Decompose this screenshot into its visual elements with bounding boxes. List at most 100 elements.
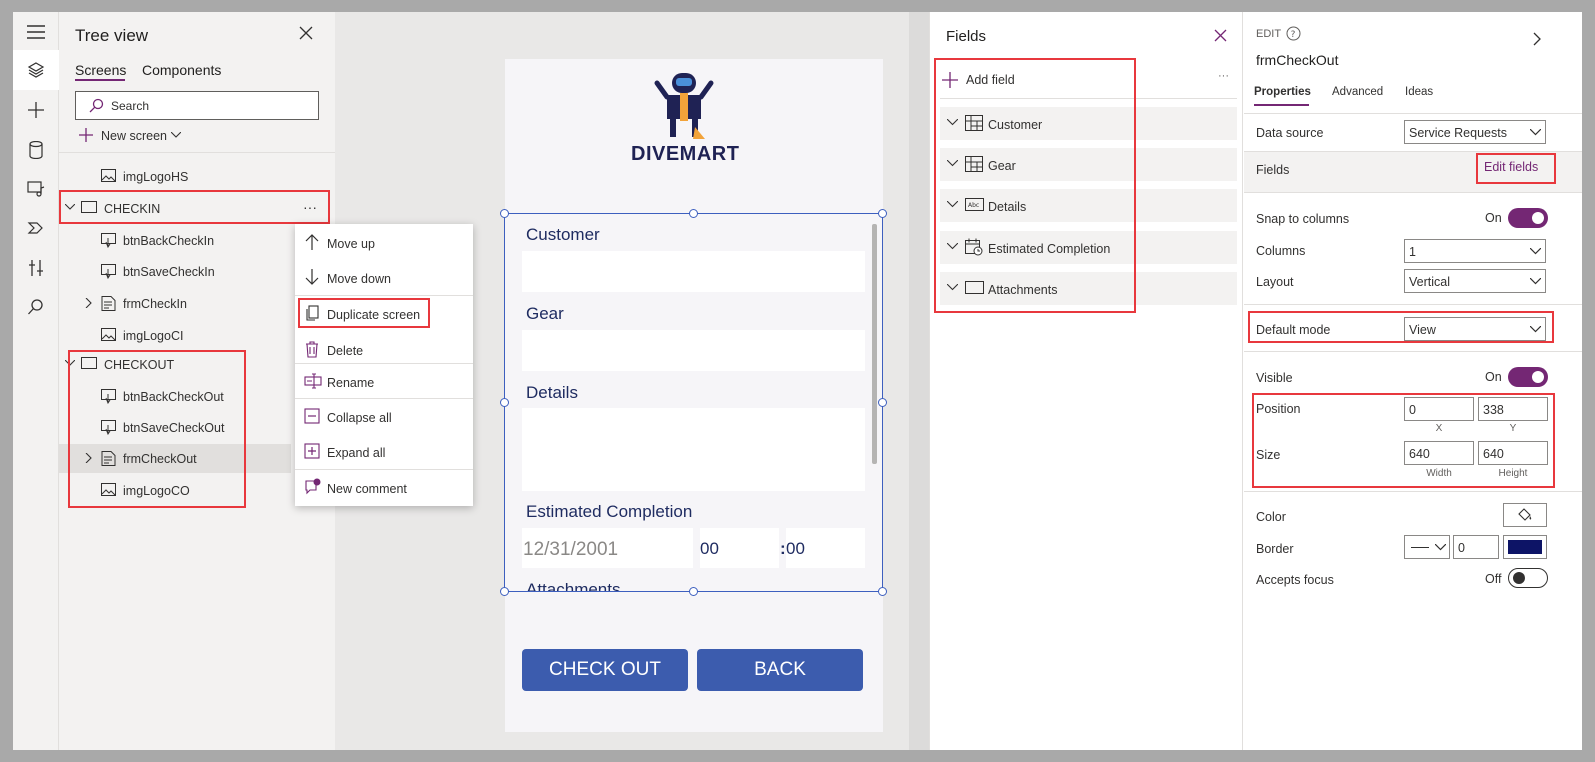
menu-item-label: Collapse all	[327, 411, 392, 425]
hamburger-menu-icon[interactable]	[24, 20, 48, 44]
canvas-gutter	[909, 12, 929, 750]
expand-icon	[304, 443, 320, 459]
insert-plus-icon[interactable]	[24, 98, 48, 122]
visible-label: Visible	[1256, 371, 1293, 385]
button-icon	[101, 233, 116, 248]
resize-handle[interactable]	[878, 587, 887, 596]
tree-item-frmcheckin[interactable]: frmCheckIn	[59, 289, 291, 318]
tree-item-label: imgLogoHS	[123, 170, 189, 184]
menu-item-collapse-all[interactable]: Collapse all	[295, 401, 473, 431]
resize-handle[interactable]	[500, 587, 509, 596]
media-icon[interactable]	[24, 177, 48, 201]
fields-panel: Fields Add field ··· Customer Gear Abc D…	[929, 12, 1243, 750]
tree-item-btnsavecheckin[interactable]: btnSaveCheckIn	[59, 257, 291, 286]
check-out-button[interactable]: CHECK OUT	[522, 649, 688, 691]
highlight-fields-list	[934, 58, 1136, 313]
visible-toggle[interactable]	[1508, 367, 1548, 387]
left-rail	[13, 12, 59, 750]
resize-handle[interactable]	[689, 587, 698, 596]
columns-value: 1	[1409, 245, 1416, 259]
trash-icon	[306, 341, 318, 358]
resize-handle[interactable]	[878, 209, 887, 218]
chevron-down-icon	[1530, 278, 1541, 285]
plus-icon	[79, 128, 93, 142]
menu-item-label: Move up	[327, 237, 375, 251]
tree-item-imglogohs[interactable]: imgLogoHS	[59, 162, 291, 191]
tree-item-imglogoci[interactable]: imgLogoCI	[59, 321, 291, 350]
menu-item-move-down[interactable]: Move down	[295, 262, 473, 292]
tree-item-label: btnSaveCheckIn	[123, 265, 215, 279]
highlight-default-mode	[1248, 311, 1554, 343]
rename-icon	[304, 373, 322, 389]
menu-item-label: Move down	[327, 272, 391, 286]
search-input[interactable]: Search	[75, 91, 319, 120]
app-screen-preview: DIVEMART Customer Gear Details Estimated…	[500, 59, 887, 732]
arrow-up-icon	[305, 234, 319, 250]
chevron-right-icon	[85, 298, 92, 308]
form-icon	[101, 296, 116, 311]
color-picker[interactable]	[1503, 503, 1547, 527]
chevron-right-icon[interactable]	[1533, 32, 1541, 46]
border-color-swatch	[1508, 540, 1542, 554]
border-thickness-value: 0	[1458, 541, 1465, 555]
help-icon[interactable]: ?	[1286, 26, 1301, 41]
border-thickness-input[interactable]: 0	[1453, 535, 1499, 559]
snap-to-columns-toggle[interactable]	[1508, 208, 1548, 228]
resize-handle[interactable]	[500, 398, 509, 407]
menu-separator	[295, 398, 473, 399]
close-icon[interactable]	[1214, 29, 1227, 42]
snap-to-columns-label: Snap to columns	[1256, 212, 1350, 226]
tab-components[interactable]: Components	[142, 62, 221, 78]
close-icon[interactable]	[299, 26, 313, 40]
border-label: Border	[1256, 542, 1294, 556]
back-button[interactable]: BACK	[697, 649, 863, 691]
highlight-duplicate-screen	[298, 298, 430, 328]
accepts-focus-toggle[interactable]	[1508, 568, 1548, 588]
tree-view-layers-icon[interactable]	[13, 50, 59, 90]
resize-handle[interactable]	[878, 398, 887, 407]
svg-text:?: ?	[1291, 30, 1296, 40]
search-icon[interactable]	[24, 295, 48, 319]
menu-item-label: Rename	[327, 376, 375, 390]
tab-screens[interactable]: Screens	[75, 62, 126, 78]
power-automate-icon[interactable]	[24, 216, 48, 240]
data-source-value: Service Requests	[1409, 126, 1507, 140]
tab-advanced[interactable]: Advanced	[1332, 86, 1383, 98]
more-options-icon[interactable]: ···	[1218, 70, 1229, 82]
menu-item-delete[interactable]: Delete	[295, 334, 473, 364]
active-tab-underline	[1254, 104, 1309, 106]
visible-state: On	[1485, 370, 1502, 384]
menu-separator	[295, 469, 473, 470]
divider	[1244, 351, 1582, 352]
columns-label: Columns	[1256, 244, 1306, 258]
comment-icon	[305, 478, 321, 495]
menu-item-rename[interactable]: Rename	[295, 366, 473, 396]
highlight-position-size	[1252, 393, 1555, 488]
menu-item-move-up[interactable]: Move up	[295, 227, 473, 257]
tab-ideas[interactable]: Ideas	[1405, 86, 1433, 98]
tree-item-label: frmCheckIn	[123, 297, 187, 311]
search-placeholder: Search	[111, 99, 150, 113]
tree-item-btnbackcheckin[interactable]: btnBackCheckIn	[59, 226, 291, 255]
advanced-tools-icon[interactable]	[24, 256, 48, 280]
arrow-down-icon	[305, 269, 319, 285]
tree-item-label: btnBackCheckIn	[123, 234, 215, 248]
layout-dropdown[interactable]: Vertical	[1404, 269, 1546, 293]
chevron-down-icon	[1435, 544, 1446, 551]
data-source-label: Data source	[1256, 126, 1324, 140]
data-source-dropdown[interactable]: Service Requests	[1404, 120, 1546, 144]
tab-properties[interactable]: Properties	[1254, 86, 1311, 98]
border-color-picker[interactable]	[1503, 535, 1547, 559]
menu-separator	[295, 295, 473, 296]
columns-dropdown[interactable]: 1	[1404, 239, 1546, 263]
menu-item-label: New comment	[327, 482, 407, 496]
data-cylinder-icon[interactable]	[24, 138, 48, 162]
snap-state: On	[1485, 211, 1502, 225]
resize-handle[interactable]	[500, 209, 509, 218]
border-style-dropdown[interactable]	[1404, 535, 1450, 559]
menu-item-new-comment[interactable]: New comment	[295, 472, 473, 502]
resize-handle[interactable]	[689, 209, 698, 218]
menu-item-label: Delete	[327, 344, 364, 358]
menu-item-expand-all[interactable]: Expand all	[295, 436, 473, 466]
divider	[1244, 113, 1582, 114]
